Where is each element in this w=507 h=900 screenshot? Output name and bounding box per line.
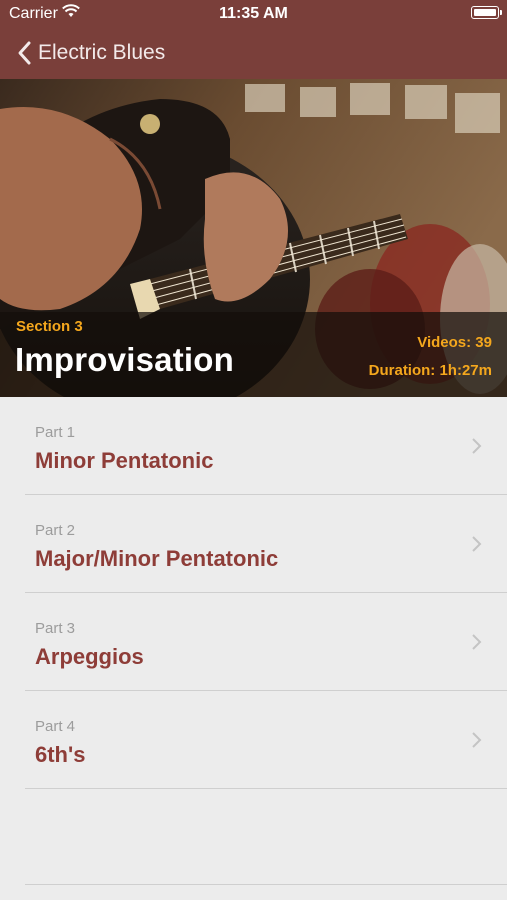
bottom-divider [25, 884, 507, 885]
back-button[interactable]: Electric Blues [14, 38, 165, 68]
chevron-right-icon [472, 732, 482, 748]
part-number: Part 3 [35, 620, 76, 637]
list-item[interactable]: Part 3 Arpeggios [0, 593, 507, 691]
row-divider [25, 788, 507, 789]
section-title: Improvisation [15, 341, 234, 378]
part-title: 6th's [35, 742, 86, 767]
part-title: Minor Pentatonic [35, 448, 214, 473]
chevron-left-icon [18, 41, 31, 65]
part-title: Arpeggios [35, 644, 144, 669]
status-bar: Carrier 11:35 AM [0, 0, 507, 28]
chevron-right-icon [472, 536, 482, 552]
chevron-right-icon [472, 438, 482, 454]
list-item[interactable]: Part 1 Minor Pentatonic [0, 397, 507, 495]
battery-icon [471, 6, 502, 19]
section-hero: Section 3 Improvisation Videos: 39 Durat… [0, 79, 507, 397]
part-number: Part 1 [35, 424, 76, 441]
section-duration: Duration: 1h:27m [368, 362, 492, 379]
navigation-bar: Electric Blues [0, 28, 507, 79]
clock-time: 11:35 AM [219, 5, 288, 22]
video-count: Videos: 39 [417, 334, 492, 351]
back-button-label: Electric Blues [38, 41, 166, 64]
part-number: Part 2 [35, 522, 76, 539]
list-item[interactable]: Part 2 Major/Minor Pentatonic [0, 495, 507, 593]
part-number: Part 4 [35, 718, 76, 735]
list-item[interactable]: Part 4 6th's [0, 691, 507, 789]
chevron-right-icon [472, 634, 482, 650]
parts-list: Part 1 Minor Pentatonic Part 2 Major/Min… [0, 397, 507, 789]
section-number: Section 3 [16, 318, 83, 335]
part-title: Major/Minor Pentatonic [35, 546, 279, 571]
